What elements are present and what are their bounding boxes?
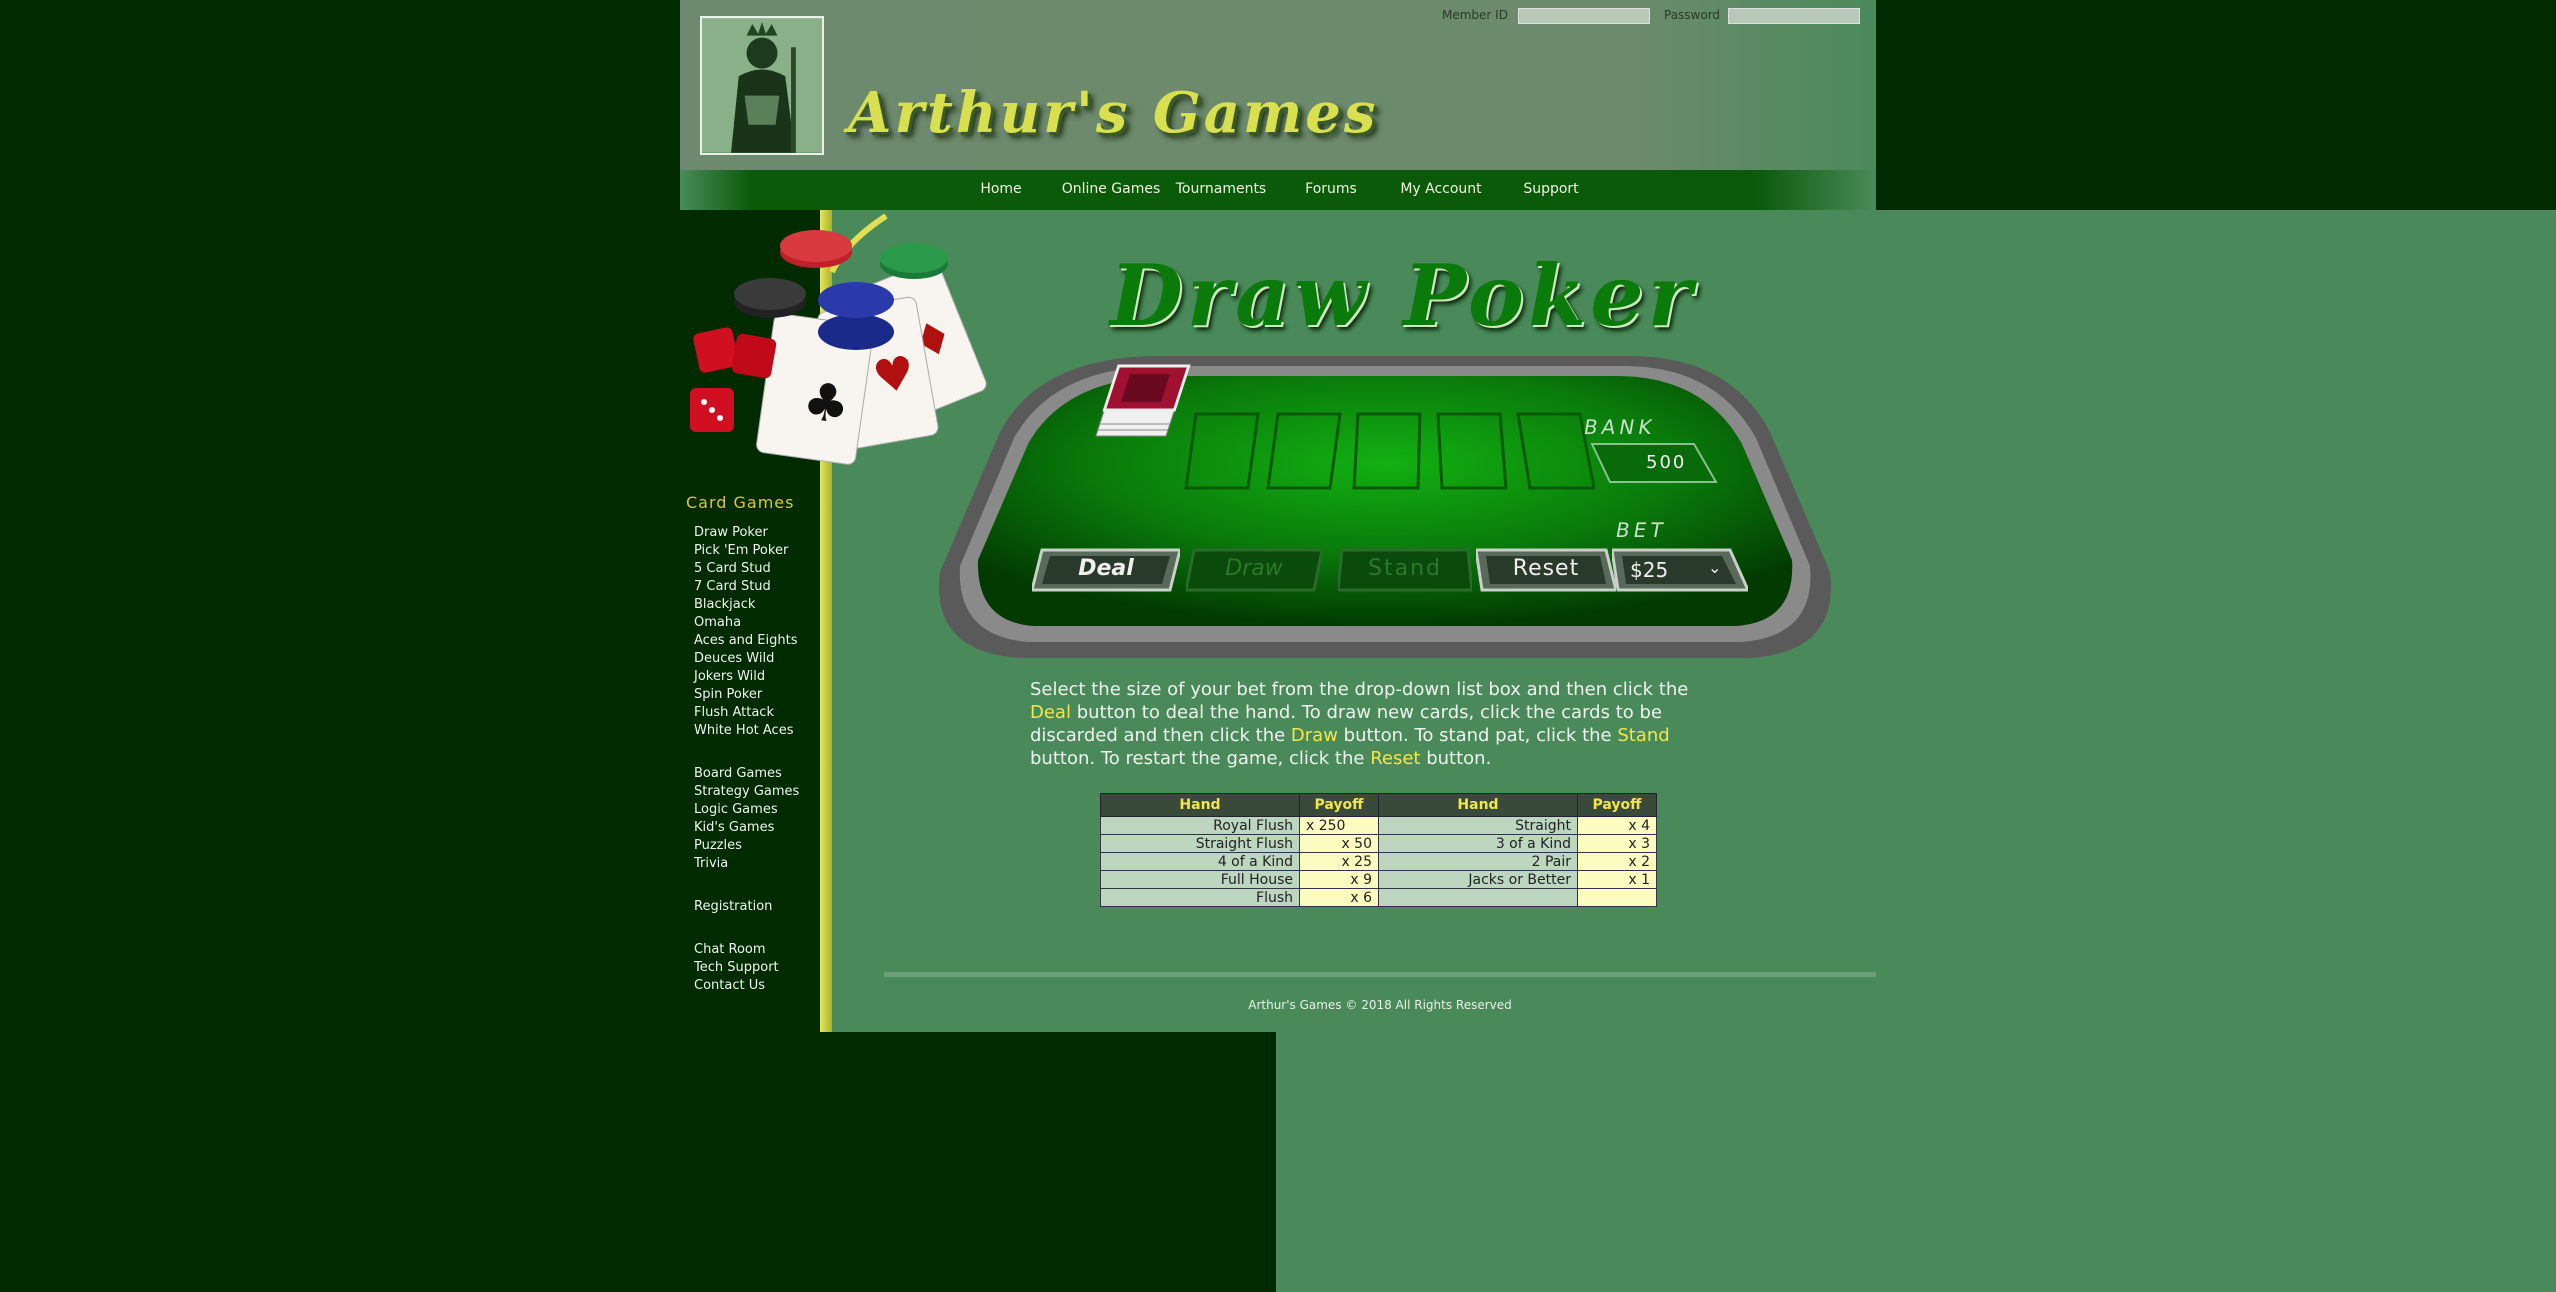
payoff-cell: x 25 (1299, 852, 1379, 871)
card-slot-4[interactable] (1436, 412, 1508, 490)
hand-cell: Straight (1378, 816, 1578, 835)
king-logo-image (700, 16, 824, 155)
payoff-cell (1577, 888, 1657, 907)
bank-value: 500 (1646, 452, 1687, 473)
sidebar-link-7-card-stud[interactable]: 7 Card Stud (694, 579, 771, 594)
payoff-cell: x 250 (1299, 816, 1379, 835)
sidebar-link-kids-games[interactable]: Kid's Games (694, 820, 774, 835)
bet-select-value: $25 (1630, 558, 1669, 582)
reset-button-label: Reset (1512, 556, 1580, 581)
svg-text:♣: ♣ (799, 371, 854, 437)
draw-keyword: Draw (1290, 725, 1338, 746)
sidebar-link-draw-poker[interactable]: Draw Poker (694, 525, 768, 540)
sidebar-link-contact-us[interactable]: Contact Us (694, 978, 765, 993)
sidebar-link-spin-poker[interactable]: Spin Poker (694, 687, 762, 702)
stand-button[interactable]: Stand (1338, 548, 1472, 592)
nav-forums[interactable]: Forums (1276, 181, 1386, 197)
stand-keyword: Stand (1617, 725, 1670, 746)
payoff-cell: x 9 (1299, 870, 1379, 889)
table-row: Royal Flush x 250 Straight x 4 (1100, 816, 1657, 835)
reset-button[interactable]: Reset (1476, 548, 1616, 592)
nav-online-games[interactable]: Online Games (1056, 181, 1166, 197)
sidebar-link-pick-em-poker[interactable]: Pick 'Em Poker (694, 543, 788, 558)
payoff-header-payoff: Payoff (1577, 793, 1657, 817)
table-row: 4 of a Kind x 25 2 Pair x 2 (1100, 852, 1657, 871)
game-title: Draw Poker (1110, 246, 1696, 345)
footer-copyright: Arthur's Games © 2018 All Rights Reserve… (1248, 998, 1512, 1012)
sidebar-link-white-hot-aces[interactable]: White Hot Aces (694, 723, 793, 738)
card-slots (1184, 412, 1596, 490)
sidebar-link-omaha[interactable]: Omaha (694, 615, 741, 630)
hand-cell: 3 of a Kind (1378, 834, 1578, 853)
payoff-cell: x 2 (1577, 852, 1657, 871)
nav-tournaments[interactable]: Tournaments (1166, 181, 1276, 197)
draw-button[interactable]: Draw (1186, 548, 1322, 592)
stand-button-label: Stand (1368, 556, 1442, 581)
reset-keyword: Reset (1370, 748, 1421, 769)
hand-cell: Jacks or Better (1378, 870, 1578, 889)
sidebar-title-card-games: Card Games (686, 493, 795, 512)
page-background (1276, 1032, 2556, 1292)
bank-label: BANK (1581, 415, 1658, 439)
instructions-text: Select the size of your bet from the dro… (1030, 679, 1689, 769)
nav-support[interactable]: Support (1496, 181, 1606, 197)
deal-button-label: Deal (1078, 556, 1134, 581)
hand-cell: 2 Pair (1378, 852, 1578, 871)
sidebar-link-logic-games[interactable]: Logic Games (694, 802, 778, 817)
table-row: Flush x 6 (1100, 888, 1657, 907)
sidebar-link-strategy-games[interactable]: Strategy Games (694, 784, 799, 799)
sidebar-link-board-games[interactable]: Board Games (694, 766, 782, 781)
draw-button-label: Draw (1225, 556, 1283, 581)
site-brand-title[interactable]: Arthur's Games (848, 80, 1378, 146)
nav-my-account[interactable]: My Account (1386, 181, 1496, 197)
sidebar-link-tech-support[interactable]: Tech Support (694, 960, 779, 975)
table-row: Full House x 9 Jacks or Better x 1 (1100, 870, 1657, 889)
card-slot-3[interactable] (1352, 412, 1422, 490)
hand-cell: Full House (1100, 870, 1300, 889)
chevron-down-icon: ⌄ (1708, 558, 1722, 577)
bet-select[interactable]: $25 ⌄ (1612, 548, 1748, 592)
member-id-input[interactable] (1518, 8, 1650, 24)
table-row: Straight Flush x 50 3 of a Kind x 3 (1100, 834, 1657, 853)
member-id-label: Member ID (1442, 8, 1508, 22)
card-slot-2[interactable] (1266, 412, 1342, 490)
hand-cell: 4 of a Kind (1100, 852, 1300, 871)
poker-table (930, 352, 1840, 668)
payoff-cell: x 4 (1577, 816, 1657, 835)
payoff-table: Hand Payoff Hand Payoff Royal Flush x 25… (1100, 793, 1657, 907)
bet-label: BET (1613, 518, 1669, 542)
payoff-cell: x 6 (1299, 888, 1379, 907)
hand-cell: Straight Flush (1100, 834, 1300, 853)
payoff-table-header: Hand Payoff Hand Payoff (1100, 793, 1657, 817)
payoff-cell: x 1 (1577, 870, 1657, 889)
payoff-header-hand: Hand (1378, 793, 1578, 817)
sidebar-link-puzzles[interactable]: Puzzles (694, 838, 742, 853)
payoff-cell: x 3 (1577, 834, 1657, 853)
payoff-header-payoff: Payoff (1299, 793, 1379, 817)
hand-cell (1378, 888, 1578, 907)
deal-button[interactable]: Deal (1032, 548, 1180, 592)
password-input[interactable] (1728, 8, 1860, 24)
sidebar-link-deuces-wild[interactable]: Deuces Wild (694, 651, 774, 666)
sidebar-link-trivia[interactable]: Trivia (694, 856, 728, 871)
payoff-cell: x 50 (1299, 834, 1379, 853)
sidebar-link-5-card-stud[interactable]: 5 Card Stud (694, 561, 771, 576)
footer-divider (884, 972, 1876, 977)
sidebar-link-chat-room[interactable]: Chat Room (694, 942, 766, 957)
card-slot-1[interactable] (1184, 412, 1260, 490)
sidebar-link-flush-attack[interactable]: Flush Attack (694, 705, 774, 720)
sidebar-link-jokers-wild[interactable]: Jokers Wild (694, 669, 765, 684)
password-label: Password (1664, 8, 1721, 22)
sidebar-link-blackjack[interactable]: Blackjack (694, 597, 755, 612)
nav-home[interactable]: Home (946, 181, 1056, 197)
sidebar-link-registration[interactable]: Registration (694, 899, 772, 914)
payoff-header-hand: Hand (1100, 793, 1300, 817)
hand-cell: Flush (1100, 888, 1300, 907)
hand-cell: Royal Flush (1100, 816, 1300, 835)
king-figure-icon (702, 18, 822, 153)
card-slot-5[interactable] (1516, 412, 1596, 490)
sidebar-link-aces-and-eights[interactable]: Aces and Eights (694, 633, 798, 648)
deal-keyword: Deal (1030, 702, 1071, 723)
